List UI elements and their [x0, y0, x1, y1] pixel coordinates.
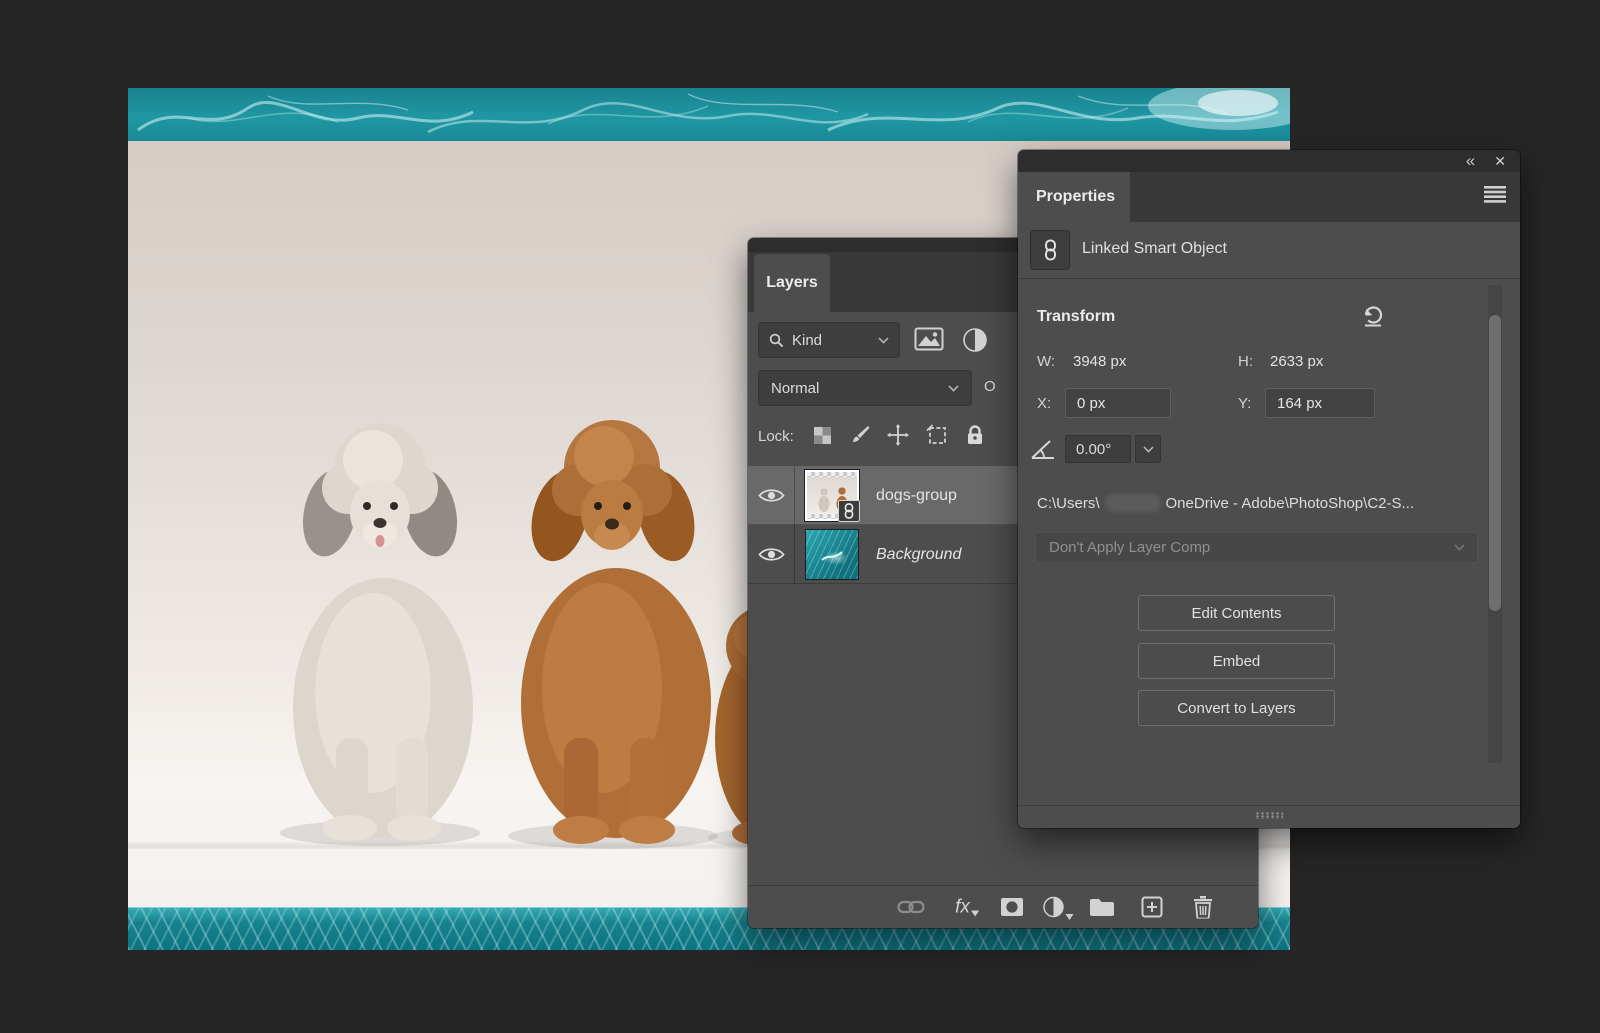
- filter-adjustment-layer-icon[interactable]: [962, 327, 988, 353]
- visibility-toggle[interactable]: [748, 525, 795, 584]
- search-icon: [769, 333, 784, 348]
- width-label: W:: [1037, 353, 1055, 370]
- layer-name: dogs-group: [876, 487, 957, 505]
- width-value: 3948 px: [1073, 353, 1126, 370]
- transparency-checker: [807, 472, 857, 477]
- layers-tab-label: Layers: [766, 274, 818, 292]
- photoshop-workspace: Layers Kind Normal O Lock:: [0, 0, 1600, 1033]
- new-group-folder-icon[interactable]: [1089, 897, 1115, 917]
- x-label: X:: [1037, 395, 1051, 412]
- opacity-label-partial: O: [984, 378, 996, 395]
- layer-thumbnail-background[interactable]: [805, 529, 859, 580]
- layer-thumbnail-dogs-group[interactable]: [805, 470, 859, 521]
- add-layer-mask-icon[interactable]: [1000, 897, 1024, 917]
- x-position-field[interactable]: 0 px: [1065, 388, 1171, 418]
- y-position-field[interactable]: 164 px: [1265, 388, 1375, 418]
- properties-tab-label: Properties: [1036, 188, 1115, 206]
- height-label: H:: [1238, 353, 1253, 370]
- edit-contents-button[interactable]: Edit Contents: [1138, 595, 1335, 631]
- lock-position-icon[interactable]: [886, 423, 910, 447]
- visibility-toggle[interactable]: [748, 466, 795, 525]
- lock-artboard-icon[interactable]: [925, 423, 949, 447]
- properties-panel: « ✕ Properties Linked Smart Object Trans…: [1018, 150, 1520, 828]
- chevron-down-icon: [1454, 544, 1465, 551]
- embed-label: Embed: [1213, 653, 1261, 670]
- height-value: 2633 px: [1270, 353, 1323, 370]
- collapse-panel-icon[interactable]: «: [1466, 150, 1474, 172]
- lock-all-icon[interactable]: [963, 423, 987, 447]
- properties-panel-titlebar[interactable]: « ✕: [1018, 150, 1520, 172]
- lock-transparency-icon[interactable]: [810, 423, 834, 447]
- delete-layer-trash-icon[interactable]: [1193, 896, 1213, 919]
- scrollbar-thumb[interactable]: [1489, 315, 1501, 611]
- transform-section-title: Transform: [1037, 308, 1115, 326]
- lock-label: Lock:: [758, 428, 794, 445]
- new-adjustment-layer-icon[interactable]: [1043, 896, 1074, 918]
- convert-to-layers-button[interactable]: Convert to Layers: [1138, 690, 1335, 726]
- layer-name: Background: [876, 546, 961, 564]
- object-type-label: Linked Smart Object: [1082, 230, 1227, 268]
- tab-layers[interactable]: Layers: [754, 254, 830, 312]
- file-path-prefix: C:\Users\: [1037, 495, 1100, 512]
- close-panel-icon[interactable]: ✕: [1494, 150, 1506, 172]
- filter-pixel-layer-icon[interactable]: [914, 326, 944, 352]
- embed-button[interactable]: Embed: [1138, 643, 1335, 679]
- file-path-suffix: OneDrive - Adobe\PhotoShop\C2-S...: [1166, 495, 1414, 512]
- edit-contents-label: Edit Contents: [1191, 605, 1281, 622]
- lock-paint-icon[interactable]: [848, 423, 872, 447]
- blend-mode-value: Normal: [771, 380, 819, 397]
- panel-bottom-divider: [1018, 805, 1520, 806]
- rotation-angle-icon: [1030, 438, 1056, 460]
- linked-smart-object-icon: [1030, 230, 1070, 270]
- convert-to-layers-label: Convert to Layers: [1177, 700, 1295, 717]
- eye-icon: [758, 546, 785, 563]
- filter-kind-dropdown[interactable]: Kind: [758, 322, 900, 358]
- chevron-down-icon: [878, 337, 889, 344]
- tab-properties[interactable]: Properties: [1018, 172, 1130, 222]
- filter-kind-label: Kind: [792, 332, 822, 349]
- layers-toolbar: fx: [748, 885, 1258, 928]
- section-divider: [1018, 278, 1520, 279]
- layer-style-fx-icon[interactable]: fx: [955, 898, 979, 917]
- chevron-down-icon: [1143, 446, 1154, 453]
- link-layers-icon[interactable]: [897, 899, 925, 915]
- panel-resize-grip[interactable]: [1255, 812, 1283, 819]
- layer-comp-dropdown[interactable]: Don't Apply Layer Comp: [1035, 532, 1478, 563]
- rotation-angle-field[interactable]: 0.00°: [1065, 435, 1131, 463]
- properties-tabbar: Properties: [1018, 172, 1520, 222]
- reset-transform-icon[interactable]: [1360, 302, 1386, 328]
- rotation-angle-dropdown[interactable]: [1135, 435, 1161, 463]
- linked-file-path: C:\Users\ OneDrive - Adobe\PhotoShop\C2-…: [1037, 492, 1414, 514]
- chevron-down-icon: [948, 385, 959, 392]
- redacted-username: [1105, 494, 1161, 512]
- rotation-angle-value: 0.00°: [1076, 441, 1111, 458]
- y-position-value: 164 px: [1277, 395, 1322, 412]
- x-position-value: 0 px: [1077, 395, 1105, 412]
- water-texture-top: [128, 88, 1290, 141]
- eye-icon: [758, 487, 785, 504]
- new-layer-icon[interactable]: [1141, 896, 1163, 918]
- layer-comp-value: Don't Apply Layer Comp: [1049, 539, 1210, 556]
- panel-menu-icon[interactable]: [1484, 186, 1506, 203]
- linked-smart-object-badge-icon: [838, 500, 860, 522]
- y-label: Y:: [1238, 395, 1251, 412]
- blend-mode-dropdown[interactable]: Normal: [758, 370, 972, 406]
- fx-label: fx: [955, 898, 970, 917]
